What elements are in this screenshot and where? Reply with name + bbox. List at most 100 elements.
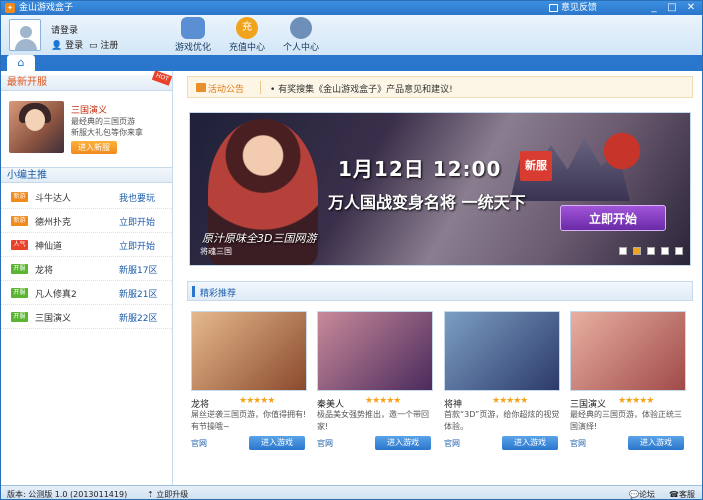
carousel-dot[interactable] [675,247,683,255]
status-badge: 开服 [11,288,28,298]
rating-stars: ★★★★★ [365,396,401,406]
game-thumbnail[interactable] [570,311,686,391]
game-desc: 极品美女强势推出，邀一个带回家! [317,410,429,431]
login-prompt: 请登录 [51,26,79,36]
upgrade-label: 立即升级 [156,490,189,499]
window-title: 金山游戏盒子 [19,3,74,13]
game-desc: 首款“3D”页游，给你超炫的视觉体验。 [444,410,560,431]
avatar[interactable] [9,19,41,51]
service-label: 客服 [678,490,695,499]
game-action-link[interactable]: 新服22区 [119,311,157,324]
carousel-dot[interactable] [661,247,669,255]
register-label: 注册 [100,41,119,51]
avatar-body-icon [15,39,37,50]
carousel-dot-active[interactable] [633,247,641,255]
login-label: 登录 [65,41,84,51]
home-tab[interactable]: ⌂ [7,55,35,71]
game-card: 秦美人 ★★★★★ 极品美女强势推出，邀一个带回家! 官网 进入游戏 [313,307,433,455]
sidebar: 最新开服 HOT 三国演义 最经典的三国页游 新服大礼包等你来拿 进入新服 小编… [1,70,173,485]
game-action-link[interactable]: 立即开始 [119,239,155,252]
enter-new-server-button[interactable]: 进入新服 [71,141,117,154]
status-badge: 开服 [11,264,28,274]
enter-game-button[interactable]: 进入游戏 [628,436,684,450]
enter-game-button[interactable]: 进入游戏 [375,436,431,450]
status-badge: 新游 [11,216,28,226]
login-link[interactable]: 👤 登录 [51,38,83,51]
minimize-button[interactable]: _ [647,2,661,14]
game-action-link[interactable]: 我也要玩 [119,191,155,204]
header: 请登录 👤 登录 ▭ 注册 游戏优化 充 充值中心 个人中心 [1,15,702,55]
nav-label: 个人中心 [282,43,319,53]
avatar-head-icon [20,26,32,38]
carousel-dot[interactable] [647,247,655,255]
nav-user-center[interactable]: 个人中心 [279,17,323,55]
banner-slogan: 万人国战变身名将 一统天下 [328,193,526,212]
game-action-link[interactable]: 新服17区 [119,263,157,276]
official-site-link[interactable]: 官网 [191,438,207,449]
game-name-link[interactable]: 龙将 [35,263,53,276]
game-name-link[interactable]: 德州扑克 [35,215,71,228]
new-servers-heading: 最新开服 [1,75,172,91]
official-site-link[interactable]: 官网 [317,438,333,449]
feedback-link[interactable]: 意见反馈 [561,2,597,14]
featured-game-thumbnail[interactable] [9,101,64,153]
game-thumbnail[interactable] [191,311,307,391]
enter-game-button[interactable]: 进入游戏 [249,436,305,450]
game-card: 将神 ★★★★★ 首款“3D”页游，给你超炫的视觉体验。 官网 进入游戏 [440,307,560,455]
user-center-icon [290,17,312,39]
game-card: 龙将 ★★★★★ 屌丝逆袭三国页游，你值得拥有!有节操哦~ 官网 进入游戏 [187,307,307,455]
start-now-button[interactable]: 立即开始 [560,205,666,231]
game-action-link[interactable]: 立即开始 [119,215,155,228]
feedback-icon [549,4,558,12]
promo-banner[interactable]: 1月12日 12:00 新服 万人国战变身名将 一统天下 立即开始 原汁原味全3… [189,112,691,266]
game-name-link[interactable]: 凡人修真2 [35,287,77,300]
official-site-link[interactable]: 官网 [444,438,460,449]
upgrade-link[interactable]: ⇡ 立即升级 [147,489,189,499]
rating-stars: ★★★★★ [618,396,654,406]
banner-tagline: 原汁原味全3D三国网游 [202,232,317,245]
featured-game-desc: 最经典的三国页游 [71,117,135,126]
nav-recharge-center[interactable]: 充 充值中心 [225,17,269,55]
divider [260,81,261,94]
enter-game-button[interactable]: 进入游戏 [502,436,558,450]
status-badge: 开服 [11,312,28,322]
list-item: 人气 神仙道 立即开始 [1,233,172,257]
list-item: 开服 凡人修真2 新服21区 [1,281,172,305]
list-item: 开服 龙将 新服17区 [1,257,172,281]
carousel-dot[interactable] [619,247,627,255]
status-bar: 版本: 公测版 1.0 (2013011419) ⇡ 立即升级 💬论坛 ☎客服 [1,485,702,499]
banner-caption: 将魂三国 [200,247,232,256]
character-face-shape [25,109,45,131]
featured-game-title[interactable]: 三国演义 [71,103,107,116]
notice-link[interactable]: • 有奖搜集《金山游戏盒子》产品意见和建议! [270,82,453,95]
forum-label: 论坛 [638,490,655,499]
app-window: ✦ 金山游戏盒子 意见反馈 _ □ ✕ 请登录 👤 登录 ▭ 注册 游戏优化 充… [0,0,703,500]
status-badge: 新游 [11,192,28,202]
game-desc: 最经典的三国页游，体验正统三国演绎! [570,410,682,431]
nav-label: 游戏优化 [174,43,211,53]
service-link[interactable]: ☎客服 [669,489,695,499]
notice-label: 活动公告 [208,85,245,95]
maximize-button[interactable]: □ [665,2,679,14]
nav-label: 充值中心 [228,43,265,53]
game-thumbnail[interactable] [317,311,433,391]
version-text: 版本: 公测版 1.0 (2013011419) [7,490,128,499]
close-button[interactable]: ✕ [684,2,698,14]
game-name-link[interactable]: 斗牛达人 [35,191,71,204]
game-name-link[interactable]: 三国演义 [35,311,71,324]
nav-game-optimize[interactable]: 游戏优化 [171,17,215,55]
official-site-link[interactable]: 官网 [570,438,586,449]
game-action-link[interactable]: 新服21区 [119,287,157,300]
game-card: 三国演义 ★★★★★ 最经典的三国页游，体验正统三国演绎! 官网 进入游戏 [566,307,686,455]
list-item: 新游 斗牛达人 我也要玩 [1,185,172,209]
notice-bar: 活动公告 • 有奖搜集《金山游戏盒子》产品意见和建议! [187,76,693,98]
recharge-icon: 充 [236,17,258,39]
featured-game-desc: 新服大礼包等你来拿 [71,128,143,137]
register-link[interactable]: ▭ 注册 [89,38,118,51]
rating-stars: ★★★★★ [239,396,275,406]
game-name-link[interactable]: 神仙道 [35,239,62,252]
list-item: 开服 三国演义 新服22区 [1,305,172,329]
game-thumbnail[interactable] [444,311,560,391]
recommend-header: 精彩推荐 [187,281,693,301]
forum-link[interactable]: 💬论坛 [629,489,655,499]
